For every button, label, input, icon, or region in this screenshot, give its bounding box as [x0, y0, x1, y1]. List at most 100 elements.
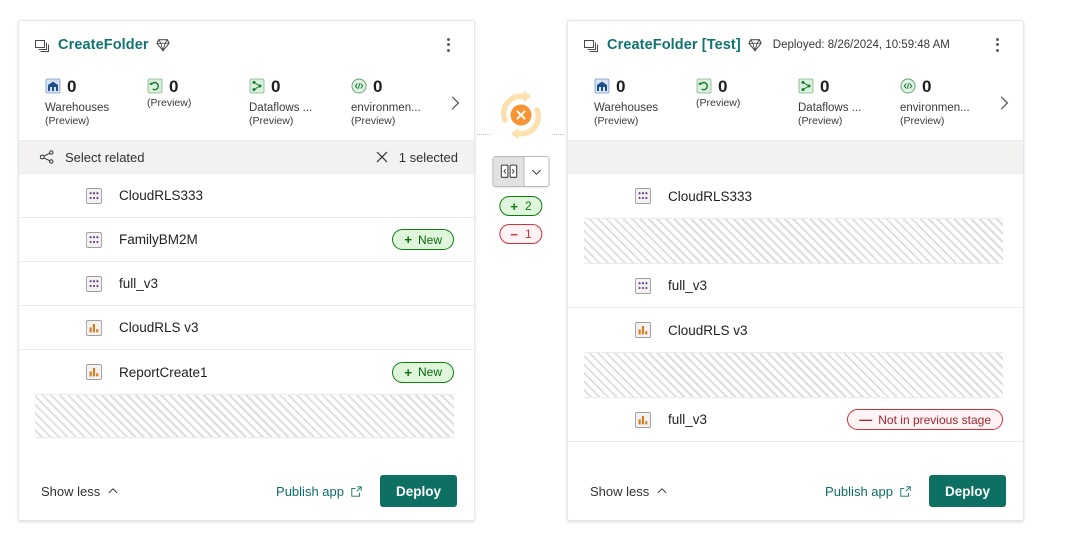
- premium-gem-icon: [156, 38, 170, 52]
- item-list-target: CloudRLS333 full_v3 CloudRLS v3: [568, 174, 1023, 462]
- page-title: CreateFolder: [58, 37, 149, 53]
- list-item-label: full_v3: [668, 412, 707, 427]
- list-item[interactable]: CloudRLS333: [568, 174, 1023, 218]
- chevron-down-glyph: [531, 166, 543, 178]
- show-less-label: Show less: [41, 484, 100, 499]
- metric-warehouses[interactable]: 0 Warehouses (Preview): [594, 75, 696, 128]
- deploy-button[interactable]: Deploy: [929, 475, 1006, 507]
- chevron-down-icon[interactable]: [525, 157, 549, 186]
- metric-sublabel: (Preview): [696, 97, 798, 110]
- metric-top: 0: [798, 75, 900, 97]
- list-item[interactable]: full_v3: [19, 262, 474, 306]
- list-item[interactable]: CloudRLS333: [19, 174, 474, 218]
- semantic-model-icon: [85, 275, 103, 293]
- metric-sublabel: (Preview): [249, 115, 351, 128]
- metric-count: 0: [718, 78, 727, 95]
- metric-count: 0: [373, 78, 382, 95]
- dataflows-icon: [249, 78, 265, 94]
- kebab-dot: [447, 49, 450, 52]
- toolbar-placeholder-bar: [568, 140, 1023, 174]
- card-header-source: CreateFolder: [19, 21, 474, 68]
- chevron-right-icon[interactable]: [446, 94, 464, 112]
- metric-dataflows[interactable]: 0 Dataflows ... (Preview): [249, 75, 351, 128]
- metric-top: 0: [594, 75, 696, 97]
- more-options-icon[interactable]: [436, 33, 460, 57]
- warehouse-icon: [594, 78, 610, 94]
- removed-count-badge[interactable]: − 1: [499, 224, 542, 244]
- metric-count: 0: [922, 78, 931, 95]
- list-item-label: ReportCreate1: [119, 365, 208, 380]
- chevron-up-icon: [656, 485, 668, 497]
- metric-dataflows[interactable]: 0 Dataflows ... (Preview): [798, 75, 900, 128]
- status-badge-label: Not in previous stage: [878, 413, 991, 427]
- removed-count-label: 1: [525, 227, 532, 241]
- show-less-button[interactable]: Show less: [590, 484, 668, 499]
- metrics-strip-target: 0 Warehouses (Preview) 0 (Preview): [568, 68, 1023, 140]
- status-badge-label: New: [418, 233, 442, 247]
- metric-dataflow-gen2[interactable]: 0 (Preview): [696, 75, 798, 110]
- status-badge-new: + New: [392, 229, 454, 250]
- list-item[interactable]: full_v3: [568, 264, 1023, 308]
- metric-environments[interactable]: 0 environmen... (Preview): [351, 75, 453, 128]
- close-icon[interactable]: [374, 149, 390, 165]
- list-item-label: CloudRLS v3: [119, 320, 199, 335]
- stage-card-target: CreateFolder [Test] Deployed: 8/26/2024,…: [567, 20, 1024, 521]
- metric-warehouses[interactable]: 0 Warehouses (Preview): [45, 75, 147, 128]
- deploy-button[interactable]: Deploy: [380, 475, 457, 507]
- metric-dataflow-gen2[interactable]: 0 (Preview): [147, 75, 249, 110]
- premium-gem-icon: [748, 38, 762, 52]
- report-icon: [85, 319, 103, 337]
- compare-view-toggle: [493, 156, 550, 187]
- show-less-button[interactable]: Show less: [41, 484, 119, 499]
- semantic-model-icon: [85, 187, 103, 205]
- environment-icon: [900, 78, 916, 94]
- list-item[interactable]: CloudRLS v3: [568, 308, 1023, 352]
- kebab-dot: [996, 49, 999, 52]
- placeholder-row: [584, 218, 1003, 264]
- metric-top: 0: [900, 75, 1002, 97]
- chevron-up-icon: [107, 485, 119, 497]
- report-icon: [634, 321, 652, 339]
- minus-icon: −: [510, 228, 518, 241]
- metric-sublabel: (Preview): [798, 115, 900, 128]
- list-item[interactable]: full_v3 — Not in previous stage: [568, 398, 1023, 442]
- list-item-label: CloudRLS333: [668, 189, 752, 204]
- center-controls: + 2 − 1: [475, 20, 567, 521]
- metric-label: Dataflows ...: [798, 101, 900, 115]
- warehouse-icon: [45, 78, 61, 94]
- metric-top: 0: [147, 75, 249, 97]
- dataflow-gen2-icon: [696, 78, 712, 94]
- metric-count: 0: [67, 78, 76, 95]
- metric-environments[interactable]: 0 environmen... (Preview): [900, 75, 1002, 128]
- plus-icon: +: [404, 366, 412, 379]
- semantic-model-icon: [85, 231, 103, 249]
- dataflow-gen2-icon: [147, 78, 163, 94]
- metric-count: 0: [169, 78, 178, 95]
- added-count-badge[interactable]: + 2: [499, 196, 542, 216]
- placeholder-row: [35, 394, 454, 438]
- select-related-label: Select related: [65, 150, 145, 165]
- compare-panels-icon[interactable]: [494, 157, 525, 186]
- metric-sublabel: (Preview): [351, 115, 453, 128]
- metric-sublabel: (Preview): [594, 115, 696, 128]
- select-related-icon: [39, 149, 55, 165]
- chevron-right-icon[interactable]: [995, 94, 1013, 112]
- page-title: CreateFolder [Test]: [607, 37, 741, 53]
- status-badge-new: + New: [392, 362, 454, 383]
- publish-app-link[interactable]: Publish app: [276, 484, 363, 499]
- list-item[interactable]: FamilyBM2M + New: [19, 218, 474, 262]
- metric-label: Dataflows ...: [249, 101, 351, 115]
- metric-label: Warehouses: [594, 101, 696, 115]
- publish-app-link[interactable]: Publish app: [825, 484, 912, 499]
- kebab-dot: [447, 38, 450, 41]
- status-badge-label: New: [418, 365, 442, 379]
- metric-top: 0: [249, 75, 351, 97]
- more-options-icon[interactable]: [985, 33, 1009, 57]
- show-less-label: Show less: [590, 484, 649, 499]
- list-item[interactable]: ReportCreate1 + New: [19, 350, 474, 394]
- list-item[interactable]: CloudRLS v3: [19, 306, 474, 350]
- open-in-new-icon: [899, 485, 912, 498]
- card-header-target: CreateFolder [Test] Deployed: 8/26/2024,…: [568, 21, 1023, 68]
- kebab-dot: [996, 43, 999, 46]
- metric-label: environmen...: [900, 101, 1002, 115]
